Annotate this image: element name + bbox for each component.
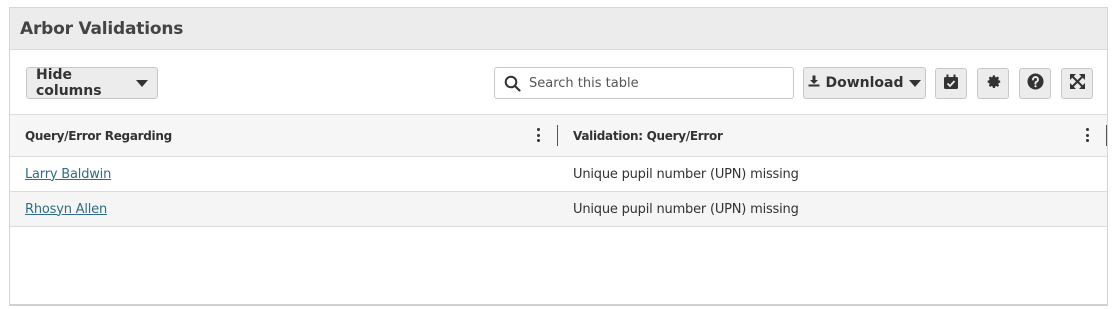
table-header-row: Query/Error Regarding Validation: Query/…	[10, 115, 1107, 157]
table-toolbar: Hide columns Download	[10, 50, 1107, 115]
column-menu-icon[interactable]	[535, 128, 541, 142]
search-box[interactable]	[494, 67, 794, 99]
download-button[interactable]: Download	[803, 67, 926, 99]
panel-title: Arbor Validations	[20, 18, 184, 39]
fullscreen-button[interactable]	[1061, 68, 1093, 99]
arbor-validations-panel: Arbor Validations Hide columns Search th…	[9, 7, 1108, 306]
gear-icon	[985, 73, 1002, 94]
student-link[interactable]: Rhosyn Allen	[25, 202, 107, 217]
panel-header: Arbor Validations	[10, 8, 1107, 50]
settings-button[interactable]	[977, 68, 1009, 99]
validation-cell: Unique pupil number (UPN) missing	[573, 201, 799, 217]
column-resize-handle[interactable]	[1106, 125, 1107, 146]
regarding-cell: Larry Baldwin	[25, 157, 111, 191]
calendar-check-button[interactable]	[935, 68, 967, 99]
table-body: Larry Baldwin Unique pupil number (UPN) …	[10, 157, 1107, 227]
column-header-regarding[interactable]: Query/Error Regarding	[25, 115, 172, 156]
table-row: Rhosyn Allen Unique pupil number (UPN) m…	[10, 192, 1107, 227]
help-icon	[1027, 73, 1044, 94]
validation-cell: Unique pupil number (UPN) missing	[573, 166, 799, 182]
hide-columns-label: Hide columns	[36, 67, 102, 99]
download-label: Download	[825, 75, 904, 91]
column-resize-handle[interactable]	[557, 125, 558, 146]
column-header-validation[interactable]: Validation: Query/Error	[573, 115, 723, 156]
calendar-check-icon	[943, 74, 959, 94]
regarding-cell: Rhosyn Allen	[25, 192, 107, 226]
hide-columns-button[interactable]: Hide columns	[26, 67, 158, 99]
column-menu-icon[interactable]	[1084, 128, 1090, 142]
expand-icon	[1069, 73, 1086, 94]
caret-down-icon	[136, 79, 148, 87]
help-button[interactable]	[1019, 68, 1051, 99]
search-input[interactable]	[529, 75, 779, 91]
download-icon	[808, 75, 820, 91]
caret-down-icon	[908, 79, 921, 87]
table-row: Larry Baldwin Unique pupil number (UPN) …	[10, 157, 1107, 192]
search-icon	[495, 75, 529, 92]
student-link[interactable]: Larry Baldwin	[25, 167, 111, 182]
